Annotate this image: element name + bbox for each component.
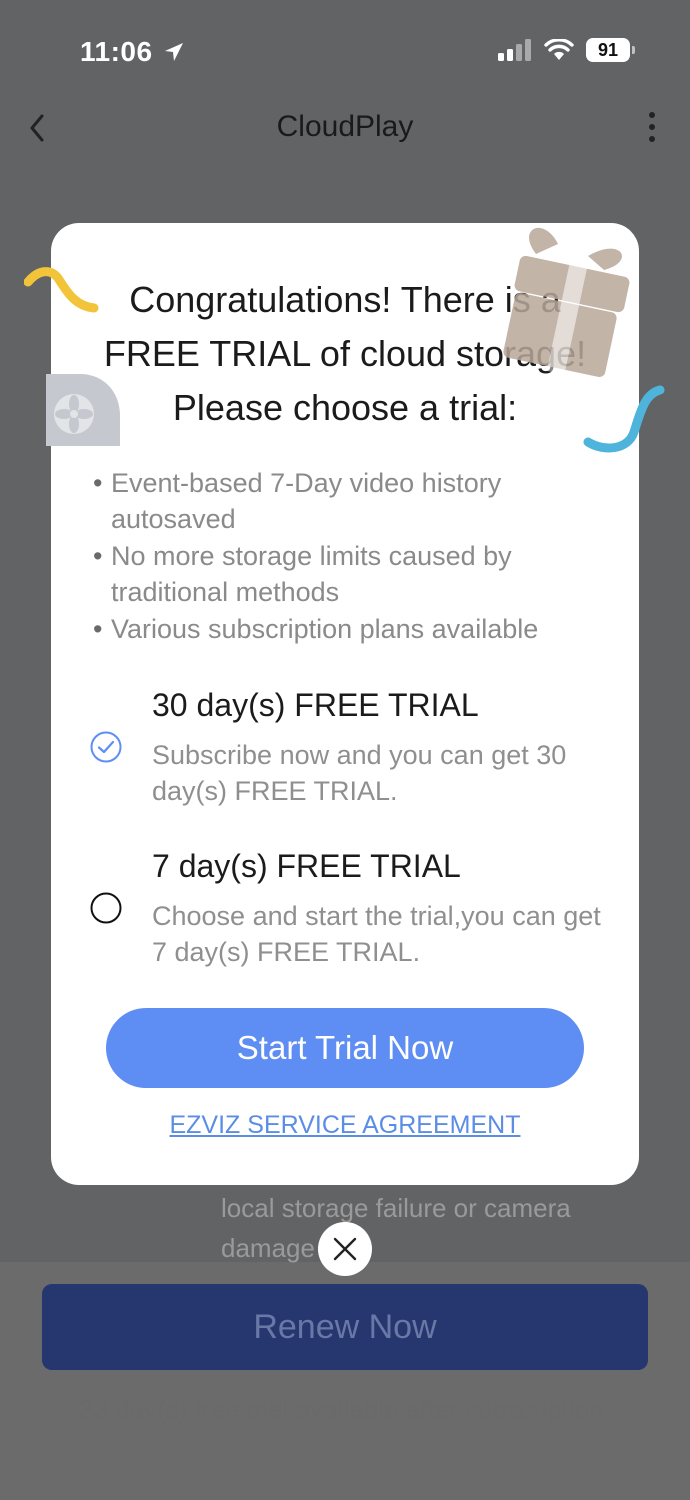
fan-icon xyxy=(46,374,120,446)
ribbon-yellow-icon xyxy=(24,267,99,313)
battery-icon: 91 xyxy=(586,38,635,62)
benefit-item: Various subscription plans available xyxy=(93,611,613,647)
status-time: 11:06 xyxy=(80,36,185,68)
checked-circle-icon[interactable] xyxy=(90,731,122,763)
radio-unchecked-icon[interactable] xyxy=(90,892,122,924)
battery-level: 91 xyxy=(597,39,619,60)
modal-title-line: Please choose a trial: xyxy=(172,387,518,428)
ribbon-blue-icon xyxy=(583,385,665,453)
background-card-line: local storage failure or camera xyxy=(221,1193,571,1223)
background-card-text: local storage failure or camera damage xyxy=(221,1188,571,1268)
service-agreement-link[interactable]: EZVIZ SERVICE AGREEMENT xyxy=(51,1111,639,1140)
status-bar: 11:06 91 xyxy=(0,0,690,100)
background-card-line: damage xyxy=(221,1233,315,1263)
cellular-signal-icon xyxy=(498,39,531,61)
page-title: CloudPlay xyxy=(276,110,414,143)
benefit-item: Event-based 7-Day video history autosave… xyxy=(93,465,613,537)
trial-option-7-day[interactable]: 7 day(s) FREE TRIAL Choose and start the… xyxy=(51,834,639,974)
trial-option-30-day[interactable]: 30 day(s) FREE TRIAL Subscribe now and y… xyxy=(51,673,639,813)
status-time-text: 11:06 xyxy=(80,36,153,67)
more-options-button[interactable] xyxy=(642,110,662,146)
renew-note: 23 day(s) free trial available after sub… xyxy=(79,1394,611,1424)
gift-box-icon xyxy=(503,227,630,377)
more-vertical-icon xyxy=(649,112,655,142)
close-modal-button[interactable] xyxy=(318,1222,372,1276)
status-icons: 91 xyxy=(498,38,635,62)
wifi-icon xyxy=(544,39,574,60)
trial-option-title: 7 day(s) FREE TRIAL xyxy=(152,848,461,884)
benefit-item: No more storage limits caused by traditi… xyxy=(93,538,613,610)
trial-option-description: Choose and start the trial,you can get 7… xyxy=(152,901,601,967)
trial-option-description: Subscribe now and you can get 30 day(s) … xyxy=(152,740,567,806)
benefits-list: Event-based 7-Day video history autosave… xyxy=(93,465,613,648)
renew-now-button[interactable]: Renew Now xyxy=(42,1284,648,1370)
trial-option-title: 30 day(s) FREE TRIAL xyxy=(152,687,479,723)
close-icon xyxy=(333,1237,357,1261)
location-arrow-icon xyxy=(164,43,183,61)
start-trial-button[interactable]: Start Trial Now xyxy=(106,1008,584,1088)
